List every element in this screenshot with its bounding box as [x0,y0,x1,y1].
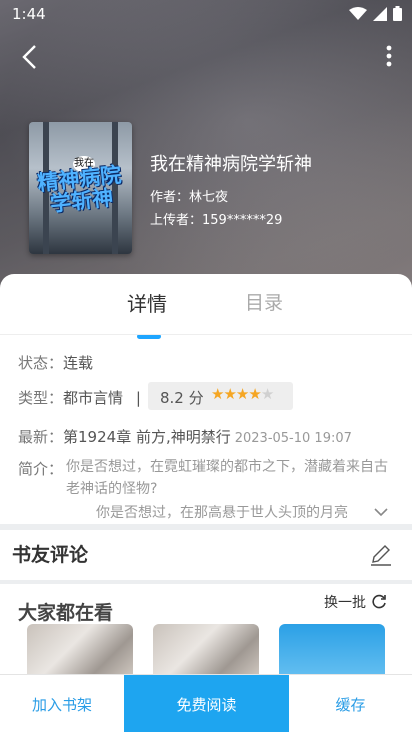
latest-row[interactable]: 最新：第1924章 前方,神明禁行 2023-05-10 19:07 [18,426,352,447]
signal-icon [373,6,387,21]
refresh-label: 换一批 [324,595,366,611]
star-filled-icon: ★ [235,385,249,403]
status-time: 1:44 [12,5,46,23]
tab-bar: 详情 目录 [0,288,412,339]
cache-button[interactable]: 缓存 [289,675,412,732]
type-separator: | [135,389,141,407]
book-author: 作者：林七夜 [150,190,229,205]
tab-catalog[interactable]: 目录 [245,288,283,315]
details-panel: 详情 目录 状态：连载 类型：都市言情 | 8.2 分 ★★★★★ 最新：第19… [0,274,412,524]
tab-details[interactable]: 详情 [127,288,167,317]
latest-date: 2023-05-10 19:07 [234,431,352,446]
status-value: 连载 [63,354,94,372]
rating-score: 8.2 分 [160,389,204,407]
rating-stars: ★★★★★ [211,385,274,403]
latest-chapter[interactable]: 第1924章 前方,神明禁行 [63,428,231,446]
book-cover[interactable]: 我在 精神病院学斩神 [29,122,132,254]
book-title: 我在精神病院学斩神 [150,154,312,175]
back-arrow-icon[interactable] [16,42,46,72]
edit-icon[interactable] [368,542,394,568]
bottom-action-bar: 加入书架 免费阅读 缓存 [0,674,412,732]
book-uploader: 上传者：159******29 [150,213,283,228]
battery-icon [393,6,402,21]
status-bar: 1:44 [0,0,412,30]
read-free-button[interactable]: 免费阅读 [124,675,289,732]
more-options-icon[interactable] [384,44,394,70]
refresh-icon [372,594,386,609]
intro-row: 简介： [18,458,63,479]
type-label: 类型： [18,389,64,407]
star-filled-icon: ★ [223,385,236,403]
book-info: 我在精神病院学斩神 作者：林七夜 上传者：159******29 [150,150,312,232]
star-filled-icon: ★ [211,385,224,403]
type-row: 类型：都市言情 | [18,387,141,408]
type-value: 都市言情 [63,389,124,407]
recommend-title: 大家都在看 [18,602,114,624]
latest-label: 最新： [18,428,64,446]
chevron-down-icon[interactable] [374,507,388,517]
intro-text: 你是否想过，在霓虹璀璨的都市之下，潜藏着来自古老神话的怪物? [66,459,388,497]
intro-text-continued: 你是否想过，在那高悬于世人头顶的月亮 [96,505,348,521]
comments-section: 书友评论 [0,530,412,580]
rating-badge: 8.2 分 ★★★★★ [148,382,293,410]
recommend-section: 大家都在看 换一批 [0,584,412,684]
status-icons [349,6,402,21]
refresh-button[interactable]: 换一批 [324,592,388,612]
divider [0,334,412,335]
wifi-icon [349,6,367,20]
add-to-shelf-button[interactable]: 加入书架 [0,675,124,732]
status-row: 状态：连载 [18,352,93,373]
status-label: 状态： [18,354,64,372]
star-filled-icon: ★ [248,385,261,403]
top-bar [0,36,412,76]
star-empty-icon: ★ [260,385,274,403]
intro-label: 简介： [18,460,64,478]
comments-title: 书友评论 [12,544,89,566]
